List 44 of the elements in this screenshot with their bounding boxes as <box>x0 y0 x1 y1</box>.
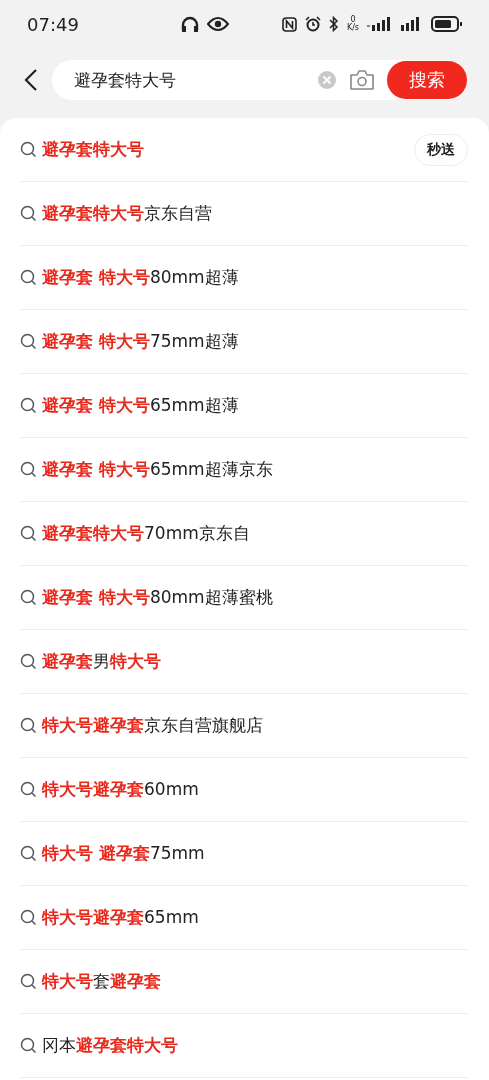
bluetooth-icon <box>328 16 339 32</box>
suggestion-item[interactable]: 特大号避孕套65mm <box>42 906 468 929</box>
suggestion-item[interactable]: 冈本避孕套特大号 <box>42 1034 468 1057</box>
suggestion-item[interactable]: 避孕套 特大号80mm超薄 <box>42 266 468 289</box>
search-icon <box>20 461 37 478</box>
suggestion-item[interactable]: 特大号套避孕套 <box>42 970 468 993</box>
suggestion-item[interactable]: 避孕套特大号70mm京东自 <box>42 522 468 545</box>
search-icon <box>20 717 37 734</box>
signal-icon <box>367 17 393 31</box>
suggestion-item[interactable]: 避孕套特大号京东自营 <box>42 202 468 225</box>
search-icon <box>20 205 37 222</box>
search-icon <box>20 1037 37 1054</box>
search-icon <box>20 845 37 862</box>
search-icon <box>20 781 37 798</box>
search-icon <box>20 909 37 926</box>
search-icon <box>20 973 37 990</box>
search-icon <box>20 525 37 542</box>
suggestion-item[interactable]: 特大号避孕套京东自营旗舰店 <box>42 714 468 737</box>
search-icon <box>20 333 37 350</box>
eye-icon <box>207 17 229 31</box>
suggestion-item[interactable]: 避孕套 特大号65mm超薄京东 <box>42 458 468 481</box>
suggestion-item[interactable]: 避孕套特大号 <box>42 138 409 161</box>
headphones-icon <box>181 16 199 32</box>
search-button[interactable]: 搜索 <box>387 61 467 99</box>
back-icon[interactable] <box>24 68 38 92</box>
net-speed-value: 0 <box>350 16 356 24</box>
camera-icon[interactable] <box>349 69 375 91</box>
nfc-icon <box>281 16 297 32</box>
battery-icon <box>431 16 463 32</box>
suggestion-item[interactable]: 避孕套男特大号 <box>42 650 468 673</box>
search-icon <box>20 269 37 286</box>
search-icon <box>20 589 37 606</box>
search-icon <box>20 653 37 670</box>
suggestion-item[interactable]: 特大号避孕套60mm <box>42 778 468 801</box>
net-speed-unit: K/s <box>346 24 359 32</box>
status-time: 07:49 <box>27 13 80 35</box>
suggestion-item[interactable]: 避孕套 特大号80mm超薄蜜桃 <box>42 586 468 609</box>
search-icon <box>20 141 37 158</box>
search-icon <box>20 397 37 414</box>
suggestion-item[interactable]: 避孕套 特大号65mm超薄 <box>42 394 468 417</box>
alarm-icon <box>304 16 321 32</box>
suggestion-item[interactable]: 避孕套 特大号75mm超薄 <box>42 330 468 353</box>
search-field[interactable]: 避孕套特大号 搜索 <box>52 60 467 100</box>
suggestion-item[interactable]: 特大号 避孕套75mm <box>42 842 468 865</box>
